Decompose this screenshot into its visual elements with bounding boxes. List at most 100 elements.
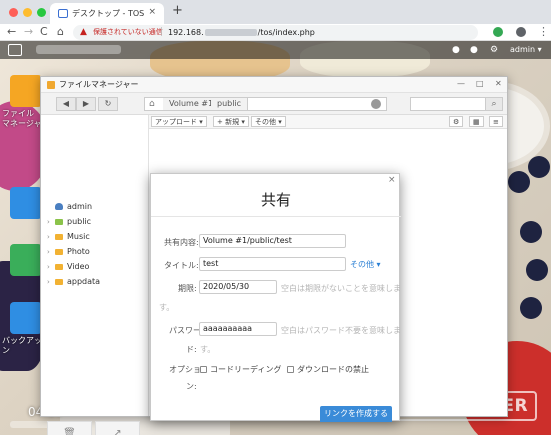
- trash-icon[interactable]: 🗑: [47, 421, 92, 435]
- close-icon[interactable]: ×: [388, 175, 396, 185]
- back-button[interactable]: ←: [7, 25, 16, 39]
- tab-close-icon[interactable]: ×: [148, 7, 156, 17]
- upload-button[interactable]: アップロード ▾: [151, 116, 207, 127]
- download-forbid-label[interactable]: ダウンロードの禁止: [297, 365, 369, 375]
- zoom-window-button[interactable]: [37, 8, 46, 17]
- tree-item-video[interactable]: › Video: [47, 262, 89, 272]
- options-label: オプショ: [169, 365, 201, 374]
- user-menu[interactable]: admin ▾: [510, 45, 542, 55]
- wallpaper-shape: [528, 156, 550, 178]
- tos-favicon-icon: [58, 9, 68, 18]
- window-titlebar[interactable]: ファイルマネージャー — □ ✕: [41, 77, 507, 93]
- redacted-ip: [204, 29, 257, 36]
- tree-item-admin[interactable]: admin: [47, 202, 92, 212]
- refresh-icon[interactable]: ↻: [98, 97, 118, 111]
- notification-icon[interactable]: ●: [470, 44, 478, 56]
- more-options-link[interactable]: その他 ▾: [350, 260, 381, 270]
- list-view-icon[interactable]: ≡: [489, 116, 503, 127]
- new-button[interactable]: + 新規 ▾: [213, 116, 249, 127]
- password-hint: す。: [200, 345, 216, 354]
- desktop-icon-label: ン: [2, 346, 10, 355]
- share-title-label: タイトル:: [164, 261, 199, 270]
- extension-shield-icon[interactable]: [493, 27, 503, 37]
- forward-button[interactable]: →: [24, 25, 33, 39]
- file-manager-desktop-icon[interactable]: [10, 75, 42, 107]
- expand-arrow-icon[interactable]: ›: [47, 262, 55, 272]
- password-label: ド:: [186, 345, 197, 354]
- password-hint: 空白はパスワード不要を意味しま: [281, 326, 401, 335]
- path-breadcrumb: ⌂ Volume #1 public: [144, 97, 387, 111]
- grid-view-icon[interactable]: ▦: [469, 116, 484, 127]
- chat-icon[interactable]: ●: [452, 44, 460, 56]
- url-separator: |: [160, 27, 164, 37]
- user-folder-icon: [55, 203, 63, 210]
- control-panel-desktop-icon[interactable]: [10, 244, 42, 276]
- maximize-icon[interactable]: □: [476, 79, 484, 89]
- share-content-field[interactable]: Volume #1/public/test: [199, 234, 346, 248]
- share-content-label: 共有内容:: [164, 238, 199, 247]
- password-label: パスワー: [169, 326, 201, 335]
- url-text: 192.168./tos/index.php: [168, 28, 315, 37]
- expire-label: 期限:: [178, 284, 197, 293]
- warning-icon: ▲: [80, 27, 87, 37]
- folder-icon: [47, 81, 55, 89]
- blurred-device-name: [36, 45, 121, 54]
- folder-tree: admin › public › Music › Photo › Video › appd…: [41, 115, 149, 435]
- go-up-icon[interactable]: [371, 99, 381, 109]
- start-menu-icon[interactable]: [8, 44, 22, 56]
- gear-icon[interactable]: ⚙: [449, 116, 464, 127]
- backup-desktop-icon[interactable]: [10, 302, 42, 334]
- home-icon[interactable]: ⌂: [149, 99, 155, 110]
- expand-arrow-icon[interactable]: ›: [47, 217, 55, 227]
- desktop-icon-label: マネージャ: [2, 119, 42, 128]
- search-icon[interactable]: ⌕: [485, 97, 503, 111]
- expand-arrow-icon[interactable]: ›: [47, 232, 55, 242]
- expand-arrow-icon[interactable]: ›: [47, 277, 55, 287]
- create-link-button[interactable]: リンクを作成する: [320, 406, 392, 422]
- home-button[interactable]: ⌂: [57, 25, 64, 39]
- minimize-icon[interactable]: —: [457, 79, 465, 89]
- profile-avatar-icon[interactable]: [516, 27, 526, 37]
- folder-icon: [55, 233, 63, 240]
- app-desktop-icon[interactable]: [10, 187, 42, 219]
- close-window-button[interactable]: [9, 8, 18, 17]
- window-title: ファイルマネージャー: [59, 80, 139, 89]
- folder-icon: [55, 263, 63, 270]
- browser-tab[interactable]: デスクトップ - TOS ×: [50, 3, 164, 24]
- wallpaper-shape: [520, 221, 542, 243]
- minimize-window-button[interactable]: [23, 8, 32, 17]
- search-input[interactable]: [410, 97, 486, 111]
- tos-topbar: ● ● ⚙ admin ▾: [0, 41, 551, 59]
- close-icon[interactable]: ✕: [495, 79, 502, 89]
- tree-item-appdata[interactable]: › appdata: [47, 277, 100, 287]
- settings-icon[interactable]: ⚙: [490, 44, 498, 56]
- address-bar[interactable]: ▲ 保護されていない通信 | 192.168./tos/index.php: [73, 25, 478, 40]
- share-title-field[interactable]: test: [199, 257, 346, 271]
- tree-item-public[interactable]: › public: [47, 217, 91, 227]
- download-forbid-checkbox[interactable]: [287, 366, 294, 373]
- code-reading-label[interactable]: コードリーディング: [210, 365, 281, 375]
- security-warning-text: 保護されていない通信: [93, 28, 163, 36]
- expand-arrow-icon[interactable]: ›: [47, 247, 55, 257]
- code-reading-checkbox[interactable]: [200, 366, 207, 373]
- browser-menu-icon[interactable]: ⋮: [538, 25, 549, 38]
- password-field[interactable]: aaaaaaaaaa: [199, 322, 277, 336]
- action-bar: アップロード ▾ + 新規 ▾ その他 ▾ ⚙ ▦ ≡: [149, 115, 507, 129]
- options-label: ン:: [186, 382, 197, 391]
- tree-item-music[interactable]: › Music: [47, 232, 90, 242]
- dialog-title: 共有: [260, 191, 291, 209]
- new-tab-button[interactable]: +: [172, 4, 183, 18]
- wallpaper-shape: [508, 171, 530, 193]
- tree-item-photo[interactable]: › Photo: [47, 247, 90, 257]
- breadcrumb-public[interactable]: public: [211, 98, 249, 110]
- file-manager-toolbar: ◀ ▶ ↻ ⌂ Volume #1 public ⌕: [41, 93, 507, 115]
- forward-arrow-icon[interactable]: ▶: [76, 97, 96, 111]
- folder-icon: [55, 278, 63, 285]
- share-link-icon[interactable]: ↗: [95, 421, 140, 435]
- expire-date-field[interactable]: 2020/05/30: [199, 280, 277, 294]
- divider: [151, 216, 401, 217]
- reload-button[interactable]: C: [40, 25, 48, 39]
- other-actions-button[interactable]: その他 ▾: [251, 116, 286, 127]
- tos-desktop: ● ● ⚙ admin ▾ ファイル マネージャ バックアップ ン 04:10 …: [0, 41, 551, 435]
- back-arrow-icon[interactable]: ◀: [56, 97, 76, 111]
